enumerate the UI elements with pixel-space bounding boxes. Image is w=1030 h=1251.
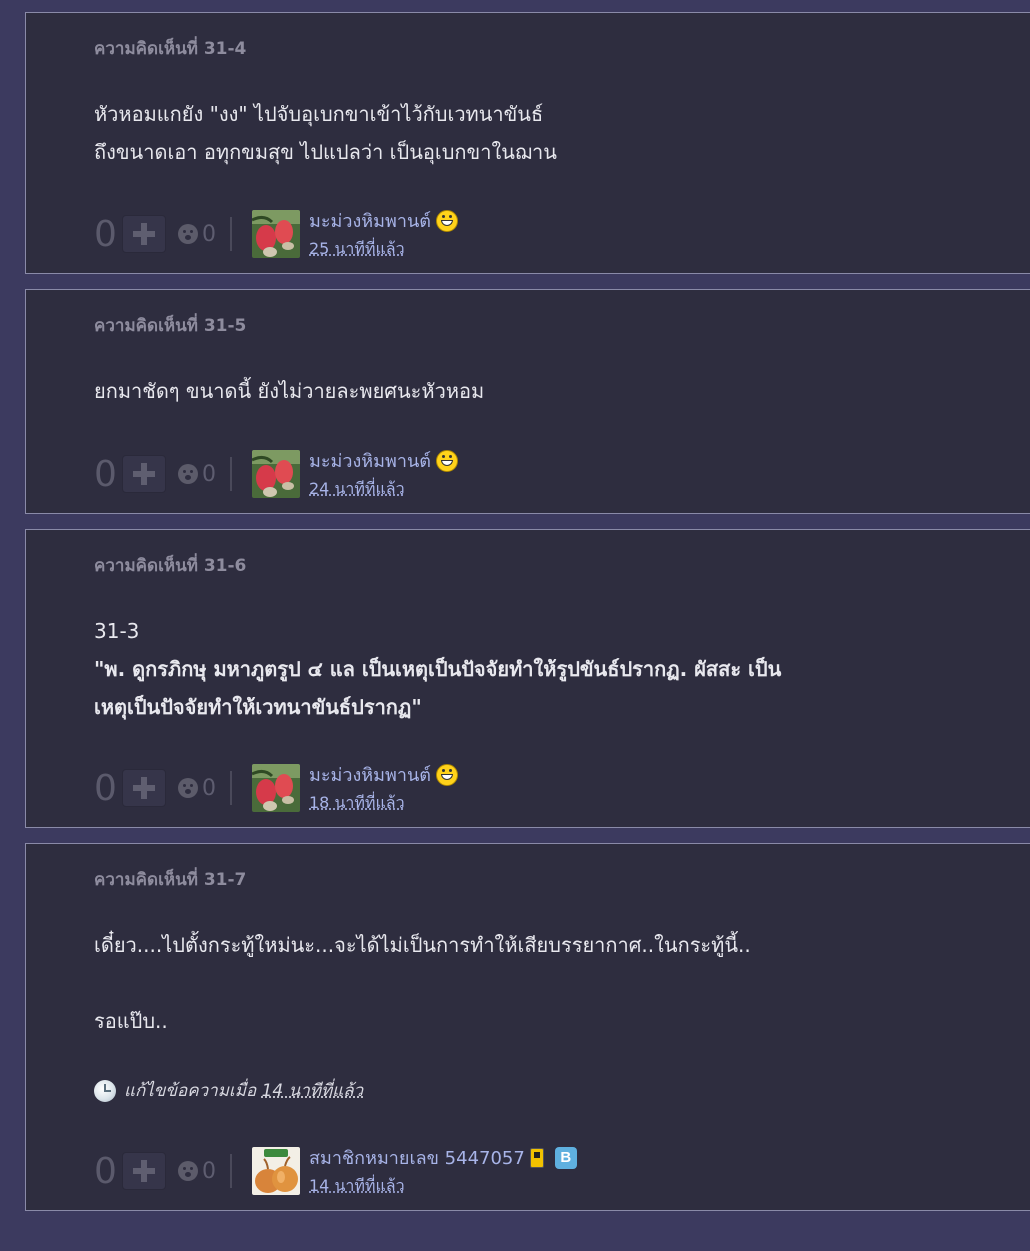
emotion-count: 0: [202, 1158, 216, 1184]
comment-line: รอแป๊บ..: [94, 1009, 168, 1033]
clock-icon: [94, 1079, 116, 1102]
comment-line: หัวหอมแกยัง "งง" ไปจับอุเบกขาเข้าไว้กับเ…: [94, 102, 544, 126]
mobile-badge-icon: [529, 1147, 544, 1168]
comment-line: ยกมาชัดๆ ขนาดนี้ ยังไม่วายละพยศนะหัวหอม: [94, 379, 485, 403]
divider: [230, 457, 232, 491]
onion-avatar-icon: [252, 1147, 300, 1195]
user-name-link[interactable]: สมาชิกหมายเลข 5447057: [309, 1143, 525, 1172]
user-name-row: สมาชิกหมายเลข 5447057 B: [309, 1143, 577, 1172]
timestamp-link[interactable]: 25 นาทีที่แล้ว: [309, 237, 458, 262]
emotion-button[interactable]: 0: [178, 462, 216, 487]
comment-line: เดี๋ยว....ไปตั้งกระทู้ใหม่นะ...จะได้ไม่เ…: [94, 933, 751, 957]
edit-time: 14 นาทีที่แล้ว: [261, 1081, 364, 1101]
edit-prefix: แก้ไขข้อความเมื่อ: [124, 1081, 257, 1101]
user-name-link[interactable]: มะม่วงหิมพานต์: [309, 206, 431, 235]
user-block: มะม่วงหิมพานต์ 24 นาทีที่แล้ว: [309, 446, 458, 502]
divider: [230, 1154, 232, 1188]
comment-text: เดี๋ยว....ไปตั้งกระทู้ใหม่นะ...จะได้ไม่เ…: [94, 926, 751, 1040]
user-name-row: มะม่วงหิมพานต์: [309, 446, 458, 475]
emotion-button[interactable]: 0: [178, 222, 216, 247]
edit-note: แก้ไขข้อความเมื่อ 14 นาทีที่แล้ว: [94, 1077, 363, 1104]
user-name-row: มะม่วงหิมพานต์: [309, 760, 458, 789]
comment-number: ความคิดเห็นที่ 31-4: [94, 39, 247, 59]
comment-text: หัวหอมแกยัง "งง" ไปจับอุเบกขาเข้าไว้กับเ…: [94, 95, 557, 171]
user-block: สมาชิกหมายเลข 5447057 B 14 นาทีที่แล้ว: [309, 1143, 577, 1199]
user-avatar[interactable]: [252, 1147, 300, 1195]
user-avatar[interactable]: [252, 210, 300, 258]
comment-line: "พ. ดูกรภิกษุ มหาภูตรูป ๔ แล เป็นเหตุเป็…: [94, 657, 782, 681]
user-name-link[interactable]: มะม่วงหิมพานต์: [309, 760, 431, 789]
comment-footer: 0 0 สมาชิกหมายเลข 5447057 B 14 นาทีที่แล…: [94, 1146, 577, 1196]
vote-plus-button[interactable]: [122, 769, 166, 807]
user-name-link[interactable]: มะม่วงหิมพานต์: [309, 446, 431, 475]
vote-count: 0: [94, 1150, 117, 1192]
grin-emoji-icon: [436, 763, 458, 786]
plus-icon: [133, 1160, 155, 1182]
emotion-count: 0: [202, 461, 216, 487]
user-block: มะม่วงหิมพานต์ 25 นาทีที่แล้ว: [309, 206, 458, 262]
emotion-face-icon: [178, 464, 198, 484]
emotion-button[interactable]: 0: [178, 776, 216, 801]
emotion-face-icon: [178, 778, 198, 798]
timestamp-link[interactable]: 18 นาทีที่แล้ว: [309, 791, 458, 816]
emotion-button[interactable]: 0: [178, 1159, 216, 1184]
user-name-row: มะม่วงหิมพานต์: [309, 206, 458, 235]
comment-number: ความคิดเห็นที่ 31-5: [94, 316, 247, 336]
vote-count: 0: [94, 213, 117, 255]
cashew-avatar-icon: [252, 764, 300, 812]
comment-number: ความคิดเห็นที่ 31-6: [94, 556, 247, 576]
grin-emoji-icon: [436, 449, 458, 472]
comment-text: 31-3 "พ. ดูกรภิกษุ มหาภูตรูป ๔ แล เป็นเห…: [94, 612, 781, 726]
emotion-face-icon: [178, 224, 198, 244]
vote-plus-button[interactable]: [122, 455, 166, 493]
comment-card: ความคิดเห็นที่ 31-6 31-3 "พ. ดูกรภิกษุ ม…: [25, 529, 1030, 828]
emotion-count: 0: [202, 221, 216, 247]
grin-emoji-icon: [436, 209, 458, 232]
comment-card: ความคิดเห็นที่ 31-4 หัวหอมแกยัง "งง" ไปจ…: [25, 12, 1030, 274]
user-block: มะม่วงหิมพานต์ 18 นาทีที่แล้ว: [309, 760, 458, 816]
comment-number: ความคิดเห็นที่ 31-7: [94, 870, 247, 890]
divider: [230, 771, 232, 805]
timestamp-link[interactable]: 14 นาทีที่แล้ว: [309, 1174, 577, 1199]
vote-plus-button[interactable]: [122, 1152, 166, 1190]
divider: [230, 217, 232, 251]
user-avatar[interactable]: [252, 450, 300, 498]
plus-icon: [133, 223, 155, 245]
comment-card: ความคิดเห็นที่ 31-7 เดี๋ยว....ไปตั้งกระท…: [25, 843, 1030, 1211]
blog-badge-icon: B: [554, 1146, 577, 1169]
comment-footer: 0 0 มะม่วงหิมพานต์ 24 นาทีที่แล้ว: [94, 449, 458, 499]
user-avatar[interactable]: [252, 764, 300, 812]
comment-card: ความคิดเห็นที่ 31-5 ยกมาชัดๆ ขนาดนี้ ยัง…: [25, 289, 1030, 514]
plus-icon: [133, 777, 155, 799]
comment-line: ถึงขนาดเอา อทุกขมสุข ไปแปลว่า เป็นอุเบกข…: [94, 140, 557, 164]
timestamp-link[interactable]: 24 นาทีที่แล้ว: [309, 477, 458, 502]
comment-line: 31-3: [94, 619, 140, 643]
vote-count: 0: [94, 767, 117, 809]
vote-plus-button[interactable]: [122, 215, 166, 253]
comment-line: เหตุเป็นปัจจัยทำให้เวทนาขันธ์ปรากฏ": [94, 695, 422, 719]
emotion-count: 0: [202, 775, 216, 801]
vote-count: 0: [94, 453, 117, 495]
plus-icon: [133, 463, 155, 485]
edit-note-text: แก้ไขข้อความเมื่อ 14 นาทีที่แล้ว: [124, 1077, 363, 1104]
emotion-face-icon: [178, 1161, 198, 1181]
comment-footer: 0 0 มะม่วงหิมพานต์ 18 นาทีที่แล้ว: [94, 763, 458, 813]
comment-footer: 0 0 มะม่วงหิมพานต์ 25 นาทีที่แล้ว: [94, 209, 458, 259]
cashew-avatar-icon: [252, 210, 300, 258]
comment-text: ยกมาชัดๆ ขนาดนี้ ยังไม่วายละพยศนะหัวหอม: [94, 372, 484, 410]
cashew-avatar-icon: [252, 450, 300, 498]
